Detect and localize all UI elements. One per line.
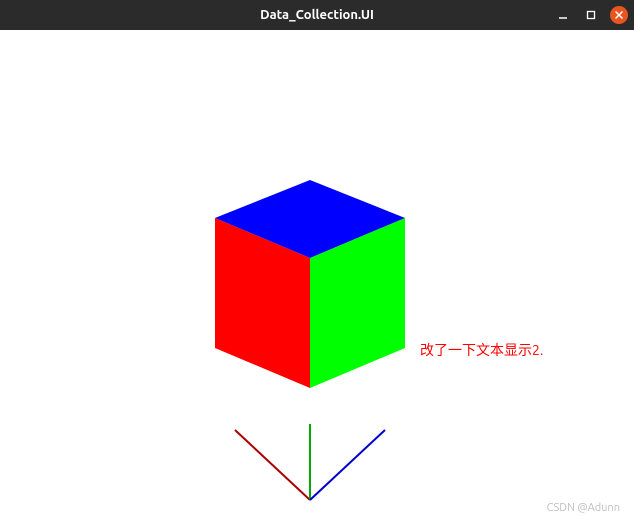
axis-icon bbox=[225, 422, 395, 502]
minimize-icon bbox=[557, 9, 569, 21]
annotation-text: 改了一下文本显示2. bbox=[420, 340, 543, 360]
maximize-icon bbox=[585, 9, 597, 21]
window-title: Data_Collection.UI bbox=[260, 8, 374, 22]
window-titlebar: Data_Collection.UI bbox=[0, 0, 634, 30]
window-controls bbox=[554, 0, 628, 30]
close-icon bbox=[614, 10, 624, 20]
close-button[interactable] bbox=[610, 6, 628, 24]
axis-gizmo bbox=[225, 422, 395, 506]
watermark-text: CSDN @Adunn bbox=[547, 502, 620, 514]
axis-z bbox=[310, 430, 385, 500]
maximize-button[interactable] bbox=[582, 6, 600, 24]
minimize-button[interactable] bbox=[554, 6, 572, 24]
viewport-3d[interactable]: 改了一下文本显示2. CSDN @Adunn bbox=[0, 30, 634, 516]
axis-x bbox=[235, 430, 310, 500]
cube-object bbox=[210, 180, 410, 394]
cube-icon bbox=[210, 180, 410, 390]
